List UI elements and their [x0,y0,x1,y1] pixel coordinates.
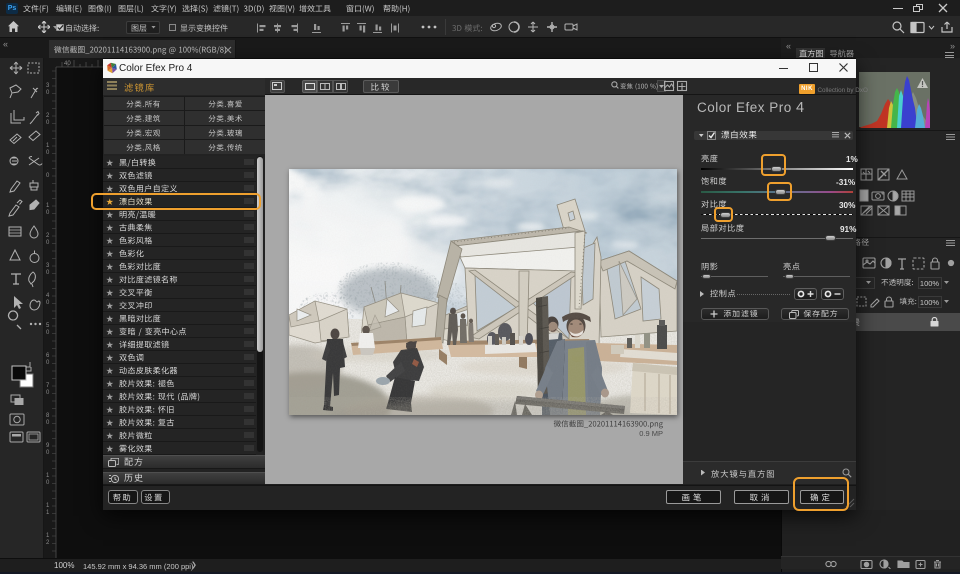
svg-text:40: 40 [64,61,71,67]
